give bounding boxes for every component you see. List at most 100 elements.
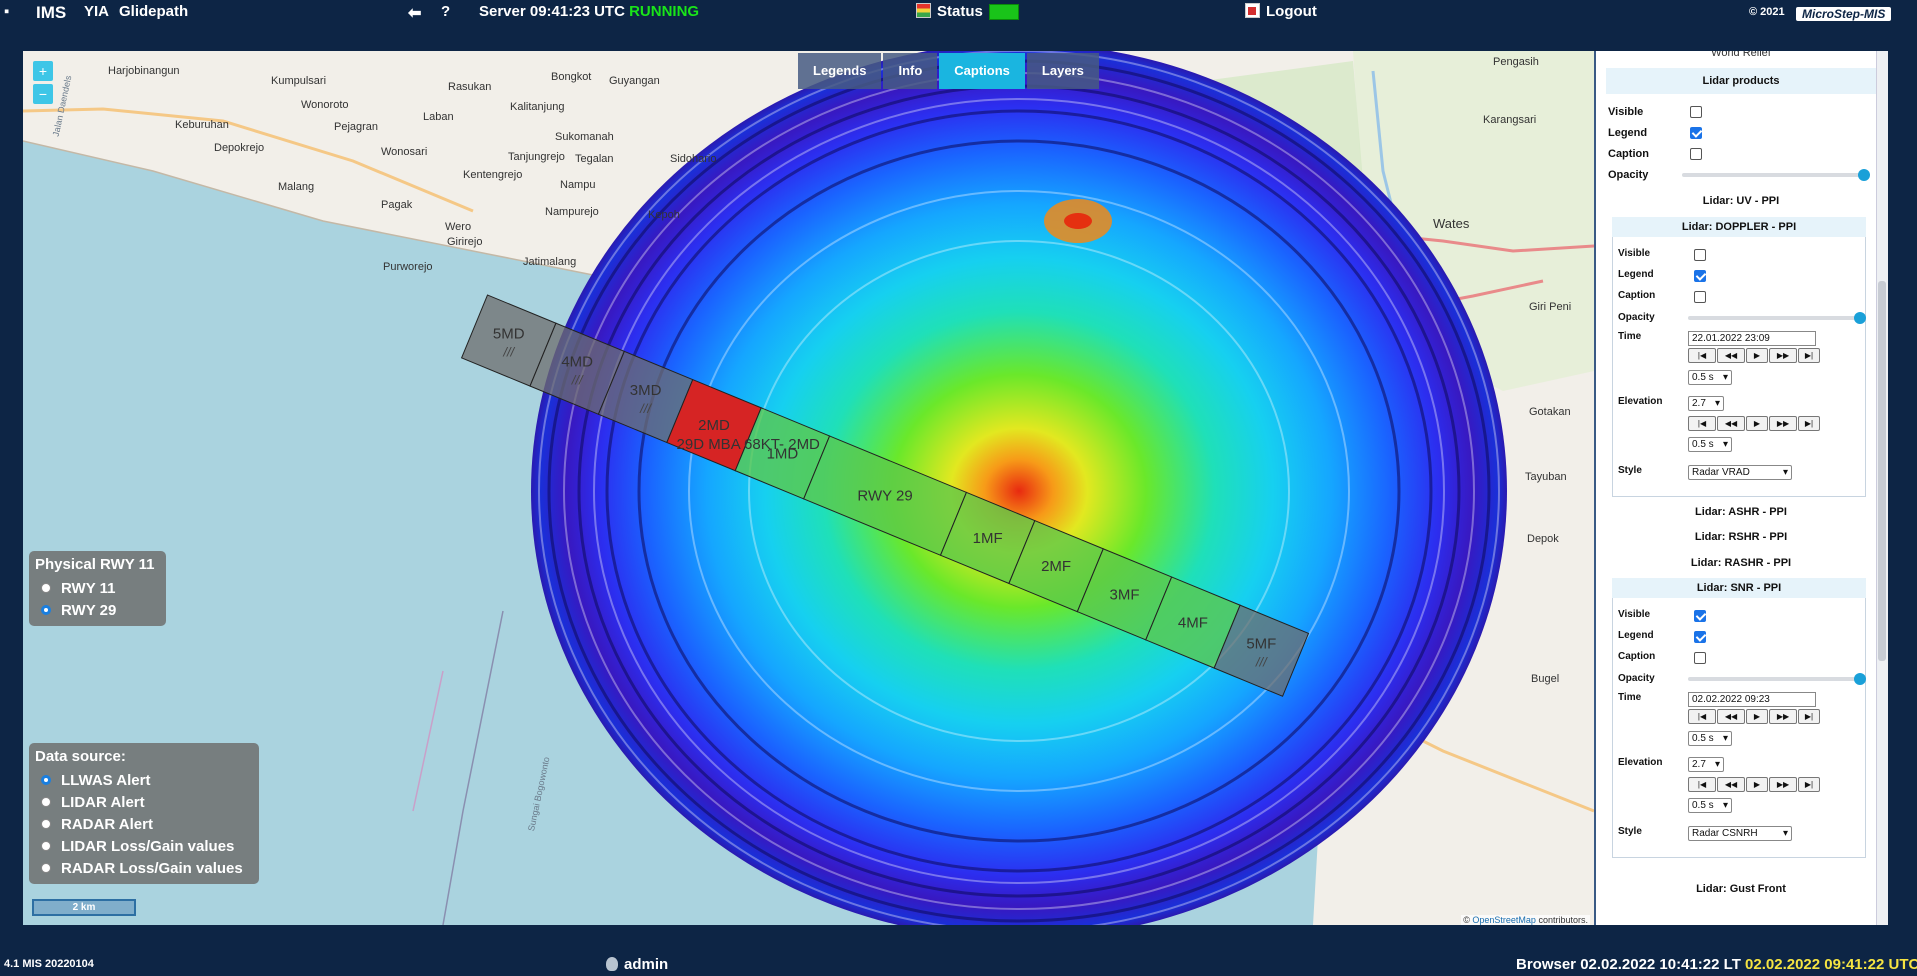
logout-label: Logout: [1266, 3, 1317, 20]
last-frame-button[interactable]: ▶|: [1798, 348, 1820, 363]
airport-code[interactable]: YIA: [84, 3, 109, 20]
snr-caption-checkbox[interactable]: [1694, 652, 1706, 664]
slider-knob[interactable]: [1854, 673, 1866, 685]
snr-elevation-select[interactable]: 2.7: [1688, 757, 1724, 772]
copyright: © 2021: [1749, 6, 1785, 18]
doppler-time-input[interactable]: 22.01.2022 23:09: [1688, 331, 1816, 346]
doppler-caption-checkbox[interactable]: [1694, 291, 1706, 303]
back-button[interactable]: ⬅: [408, 3, 421, 23]
osm-link[interactable]: OpenStreetMap: [1472, 915, 1536, 925]
products-caption-checkbox[interactable]: [1690, 148, 1702, 160]
lidar-rshr-ppi[interactable]: Lidar: RSHR - PPI: [1606, 531, 1876, 543]
fast-forward-button[interactable]: ▶▶: [1769, 416, 1797, 431]
radio-rwy-29[interactable]: RWY 29: [35, 599, 160, 621]
doppler-speed-select[interactable]: 0.5 s: [1688, 370, 1732, 385]
map-place-label: Depok: [1527, 533, 1559, 545]
doppler-opacity-slider[interactable]: [1688, 312, 1866, 324]
doppler-elevation-select[interactable]: 2.7: [1688, 396, 1724, 411]
help-button[interactable]: ?: [441, 3, 450, 20]
radio-icon: [41, 605, 51, 615]
physical-rwy-box: Physical RWY 11 RWY 11 RWY 29: [29, 551, 166, 626]
radio-lidar-loss-gain[interactable]: LIDAR Loss/Gain values: [35, 835, 253, 857]
version: 4.1 MIS 20220104: [4, 958, 94, 970]
play-button[interactable]: ▶: [1746, 348, 1768, 363]
snr-visible-checkbox[interactable]: [1694, 610, 1706, 622]
fast-forward-button[interactable]: ▶▶: [1769, 709, 1797, 724]
products-legend-label: Legend: [1608, 127, 1648, 139]
doppler-time-label: Time: [1618, 331, 1642, 342]
scrollbar-thumb[interactable]: [1878, 281, 1886, 661]
runway-segment-sublabel: ///: [571, 373, 584, 388]
snr-opacity-slider[interactable]: [1688, 673, 1866, 685]
zoom-out-button[interactable]: −: [33, 84, 53, 104]
snr-elevation-player: |◀ ◀◀ ▶ ▶▶ ▶|: [1688, 777, 1821, 792]
radio-radar-loss-gain[interactable]: RADAR Loss/Gain values: [35, 857, 253, 879]
snr-speed-select[interactable]: 0.5 s: [1688, 731, 1732, 746]
snr-legend-checkbox[interactable]: [1694, 631, 1706, 643]
first-frame-button[interactable]: |◀: [1688, 348, 1716, 363]
logout-button[interactable]: Logout: [1245, 3, 1317, 20]
rewind-button[interactable]: ◀◀: [1717, 348, 1745, 363]
map-place-label: Karangsari: [1483, 114, 1537, 126]
map-place-label: Kalitanjung: [510, 101, 565, 113]
last-frame-button[interactable]: ▶|: [1798, 416, 1820, 431]
lidar-rashr-ppi[interactable]: Lidar: RASHR - PPI: [1606, 557, 1876, 569]
last-frame-button[interactable]: ▶|: [1798, 777, 1820, 792]
snr-elevation-speed-select[interactable]: 0.5 s: [1688, 798, 1732, 813]
slider-knob[interactable]: [1858, 169, 1870, 181]
browser-local-time: Browser 02.02.2022 10:41:22 LT: [1516, 956, 1741, 973]
lidar-snr-header[interactable]: Lidar: SNR - PPI: [1612, 578, 1866, 598]
lidar-gust-front[interactable]: Lidar: Gust Front: [1606, 883, 1876, 895]
doppler-style-select[interactable]: Radar VRAD: [1688, 465, 1792, 480]
rewind-button[interactable]: ◀◀: [1717, 709, 1745, 724]
radio-icon: [41, 583, 51, 593]
snr-style-select[interactable]: Radar CSNRH: [1688, 826, 1792, 841]
tab-info[interactable]: Info: [883, 53, 938, 89]
radio-llwas-alert[interactable]: LLWAS Alert: [35, 769, 253, 791]
zoom-in-button[interactable]: +: [33, 61, 53, 81]
map-view[interactable]: 5MD///4MD///3MD///2MD 1MD RWY 29 1MF 2MF 3MF 4…: [23, 51, 1594, 925]
lidar-uv-ppi[interactable]: Lidar: UV - PPI: [1606, 195, 1876, 207]
last-frame-button[interactable]: ▶|: [1798, 709, 1820, 724]
map-place-label: Pengasih: [1493, 56, 1539, 68]
radio-radar-alert[interactable]: RADAR Alert: [35, 813, 253, 835]
slider-knob[interactable]: [1854, 312, 1866, 324]
products-opacity-slider[interactable]: [1682, 169, 1870, 181]
layers-panel[interactable]: World Relief Lidar products Visible Lege…: [1594, 51, 1888, 925]
rewind-button[interactable]: ◀◀: [1717, 416, 1745, 431]
tab-legends[interactable]: Legends: [798, 53, 882, 89]
map-place-label: Purworejo: [383, 261, 433, 273]
status-indicator[interactable]: Status: [916, 3, 1019, 21]
doppler-elevation-label: Elevation: [1618, 396, 1663, 407]
module-name[interactable]: Glidepath: [119, 3, 188, 20]
snr-time-input[interactable]: 02.02.2022 09:23: [1688, 692, 1816, 707]
play-button[interactable]: ▶: [1746, 777, 1768, 792]
first-frame-button[interactable]: |◀: [1688, 416, 1716, 431]
panel-scrollbar[interactable]: [1876, 51, 1888, 925]
lidar-ashr-ppi[interactable]: Lidar: ASHR - PPI: [1606, 506, 1876, 518]
lidar-doppler-header[interactable]: Lidar: DOPPLER - PPI: [1612, 217, 1866, 237]
play-button[interactable]: ▶: [1746, 416, 1768, 431]
radio-rwy-11[interactable]: RWY 11: [35, 577, 160, 599]
tab-captions[interactable]: Captions: [939, 53, 1025, 89]
radio-lidar-alert[interactable]: LIDAR Alert: [35, 791, 253, 813]
first-frame-button[interactable]: |◀: [1688, 777, 1716, 792]
play-button[interactable]: ▶: [1746, 709, 1768, 724]
snr-visible-label: Visible: [1618, 609, 1651, 620]
rewind-button[interactable]: ◀◀: [1717, 777, 1745, 792]
lidar-products-header[interactable]: Lidar products: [1606, 68, 1876, 94]
products-visible-checkbox[interactable]: [1690, 106, 1702, 118]
snr-opacity-label: Opacity: [1618, 673, 1655, 684]
map-place-label: Gotakan: [1529, 406, 1571, 418]
tab-layers[interactable]: Layers: [1026, 53, 1099, 89]
products-legend-checkbox[interactable]: [1690, 127, 1702, 139]
user-info[interactable]: admin: [606, 956, 668, 973]
fast-forward-button[interactable]: ▶▶: [1769, 777, 1797, 792]
doppler-elevation-speed-select[interactable]: 0.5 s: [1688, 437, 1732, 452]
runway-segment-label: 4MD: [561, 354, 593, 371]
fast-forward-button[interactable]: ▶▶: [1769, 348, 1797, 363]
first-frame-button[interactable]: |◀: [1688, 709, 1716, 724]
doppler-legend-checkbox[interactable]: [1694, 270, 1706, 282]
runway-alert-caption: 29D MBA 68KT- 2MD: [677, 436, 821, 453]
doppler-visible-checkbox[interactable]: [1694, 249, 1706, 261]
